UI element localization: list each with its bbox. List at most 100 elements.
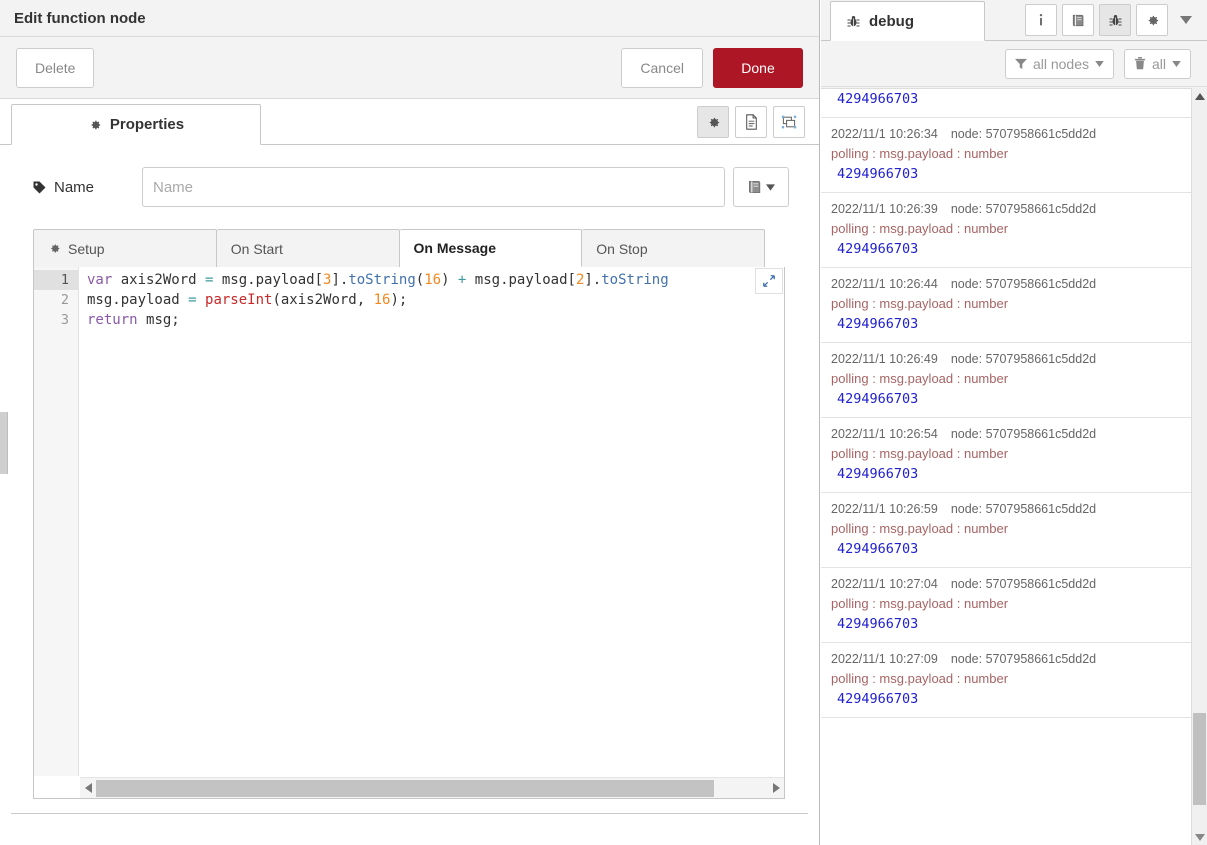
debug-message[interactable]: 2022/11/1 10:26:34 node: 5707958661c5dd2d… (821, 118, 1191, 193)
debug-message-topic: polling : msg.payload : number (831, 146, 1009, 161)
debug-message-meta: 2022/11/1 10:26:49 node: 5707958661c5dd2d (831, 349, 1181, 369)
debug-message-value[interactable]: 4294966703 (831, 239, 1181, 259)
debug-node-id[interactable]: node: 5707958661c5dd2d (951, 277, 1096, 291)
editor-hscroll-track[interactable] (96, 778, 768, 799)
cancel-button[interactable]: Cancel (621, 47, 703, 88)
debug-message-meta: 2022/11/1 10:26:34 node: 5707958661c5dd2d (831, 124, 1181, 144)
debug-vertical-scrollbar[interactable] (1191, 88, 1207, 845)
dialog-tabstrip: Properties (0, 99, 819, 145)
code-editor[interactable]: 1 2 3 var axis2Word = msg.payload[3].toStr… (33, 267, 785, 799)
help-book-icon-button[interactable] (1062, 4, 1094, 36)
debug-message[interactable]: 2022/11/1 10:26:59 node: 5707958661c5dd2d… (821, 493, 1191, 568)
done-button[interactable]: Done (713, 47, 803, 88)
tab-on-message[interactable]: On Message (399, 229, 583, 267)
scroll-up-arrow-icon[interactable] (1192, 88, 1207, 104)
debug-message-value[interactable]: 4294966703 (831, 164, 1181, 184)
scroll-left-arrow-icon[interactable] (80, 778, 96, 799)
debug-node-id[interactable]: node: 5707958661c5dd2d (951, 652, 1096, 666)
editor-horizontal-scrollbar[interactable] (80, 777, 784, 798)
chevron-down-icon (1180, 16, 1192, 24)
debug-message[interactable]: 2022/11/1 10:26:39 node: 5707958661c5dd2d… (821, 193, 1191, 268)
debug-message-value[interactable]: 4294966703 (831, 614, 1181, 634)
name-row: Name (0, 167, 819, 207)
node-filter-label: all nodes (1032, 55, 1089, 72)
code-line: return msg; (87, 310, 784, 330)
page-title: Edit function node (14, 9, 146, 27)
debug-node-id[interactable]: node: 5707958661c5dd2d (951, 427, 1096, 441)
filter-icon (1014, 58, 1027, 70)
properties-gear-icon-button[interactable] (697, 106, 729, 138)
tab-debug[interactable]: debug (830, 1, 985, 41)
name-input[interactable] (142, 167, 725, 207)
debug-message-meta: 2022/11/1 10:27:09 node: 5707958661c5dd2d (831, 649, 1181, 669)
delete-button[interactable]: Delete (16, 47, 95, 88)
code-token: msg.payload (221, 272, 315, 288)
debug-message[interactable]: 2022/11/1 10:26:44 node: 5707958661c5dd2d… (821, 268, 1191, 343)
config-gear-icon-button[interactable] (1136, 4, 1168, 36)
code-text-area[interactable]: var axis2Word = msg.payload[3].toString(… (79, 267, 784, 776)
info-icon (1034, 13, 1048, 28)
code-editor-body[interactable]: 1 2 3 var axis2Word = msg.payload[3].toStr… (34, 267, 784, 776)
config-gear-icon (1145, 13, 1160, 28)
gear-icon (88, 118, 102, 132)
code-token: + (457, 272, 475, 288)
panel-resize-grip[interactable] (0, 412, 8, 474)
debug-vscroll-thumb[interactable] (1193, 713, 1206, 805)
debug-message-value[interactable]: 4294966703 (831, 464, 1181, 484)
code-token: ( (415, 272, 425, 288)
code-token: axis2Word (120, 272, 206, 288)
debug-message-value[interactable]: 4294966703 (831, 689, 1181, 709)
debug-timestamp: 2022/11/1 10:26:44 (831, 277, 938, 291)
code-token: msg.payload (87, 292, 189, 308)
clear-filter-button[interactable]: all (1123, 48, 1191, 79)
edit-function-node-dialog: Edit function node Delete Cancel Done Pr… (0, 0, 820, 845)
debug-node-id[interactable]: node: 5707958661c5dd2d (951, 352, 1096, 366)
debug-message[interactable]: 2022/11/1 10:27:09 node: 5707958661c5dd2d… (821, 643, 1191, 718)
debug-message-value[interactable]: 4294966703 (831, 89, 1181, 109)
editor-hscroll-thumb[interactable] (96, 779, 715, 797)
tab-setup[interactable]: Setup (33, 229, 217, 267)
debug-message[interactable]: 2022/11/1 10:26:54 node: 5707958661c5dd2d… (821, 418, 1191, 493)
chevron-down-icon (1095, 60, 1104, 67)
debug-node-id[interactable]: node: 5707958661c5dd2d (951, 502, 1096, 516)
debug-message[interactable]: 4294966703 (821, 89, 1191, 118)
debug-message-meta: 2022/11/1 10:26:44 node: 5707958661c5dd2d (831, 274, 1181, 294)
debug-message-topic: polling : msg.payload : number (831, 371, 1009, 386)
sidebar-menu-button[interactable] (1173, 4, 1199, 36)
tab-properties[interactable]: Properties (11, 104, 261, 145)
debug-panel-icon-buttons (1025, 4, 1199, 36)
scroll-right-arrow-icon[interactable] (768, 778, 784, 799)
debug-message[interactable]: 2022/11/1 10:26:49 node: 5707958661c5dd2d… (821, 343, 1191, 418)
debug-node-id[interactable]: node: 5707958661c5dd2d (951, 577, 1096, 591)
dialog-toolbar: Delete Cancel Done (0, 37, 819, 99)
debug-filter-row: all nodes all (821, 41, 1207, 87)
debug-timestamp: 2022/11/1 10:26:49 (831, 352, 938, 366)
node-filter-button[interactable]: all nodes (1004, 48, 1114, 79)
debug-message-topic: polling : msg.payload : number (831, 446, 1009, 461)
expand-editor-button[interactable] (755, 268, 783, 294)
debug-message-value[interactable]: 4294966703 (831, 314, 1181, 334)
debug-message-list[interactable]: 4294966703 2022/11/1 10:26:34 node: 570795… (821, 88, 1191, 845)
tab-on-start[interactable]: On Start (216, 229, 400, 267)
code-line: msg.payload = parseInt(axis2Word, 16); (87, 290, 784, 310)
tab-on-stop[interactable]: On Stop (582, 229, 765, 267)
description-icon-button[interactable] (735, 106, 767, 138)
debug-timestamp: 2022/11/1 10:26:39 (831, 202, 938, 216)
debug-timestamp: 2022/11/1 10:26:59 (831, 502, 938, 516)
code-token: parseInt (205, 292, 273, 308)
debug-sidebar: debug all nodes all 4294966703 2022/11/1… (821, 0, 1207, 845)
info-icon-button[interactable] (1025, 4, 1057, 36)
debug-message-value[interactable]: 4294966703 (831, 389, 1181, 409)
code-token: ); (390, 292, 408, 308)
debug-node-id[interactable]: node: 5707958661c5dd2d (951, 127, 1096, 141)
debug-message-topic: polling : msg.payload : number (831, 221, 1009, 236)
debug-bug-icon-button[interactable] (1099, 4, 1131, 36)
debug-message-value[interactable]: 4294966703 (831, 539, 1181, 559)
code-token: ) (441, 272, 458, 288)
debug-node-id[interactable]: node: 5707958661c5dd2d (951, 202, 1096, 216)
debug-message[interactable]: 2022/11/1 10:27:04 node: 5707958661c5dd2d… (821, 568, 1191, 643)
description-icon (744, 114, 759, 130)
scroll-down-arrow-icon[interactable] (1192, 829, 1207, 845)
appearance-icon-button[interactable] (773, 106, 805, 138)
function-library-button[interactable] (733, 167, 789, 207)
